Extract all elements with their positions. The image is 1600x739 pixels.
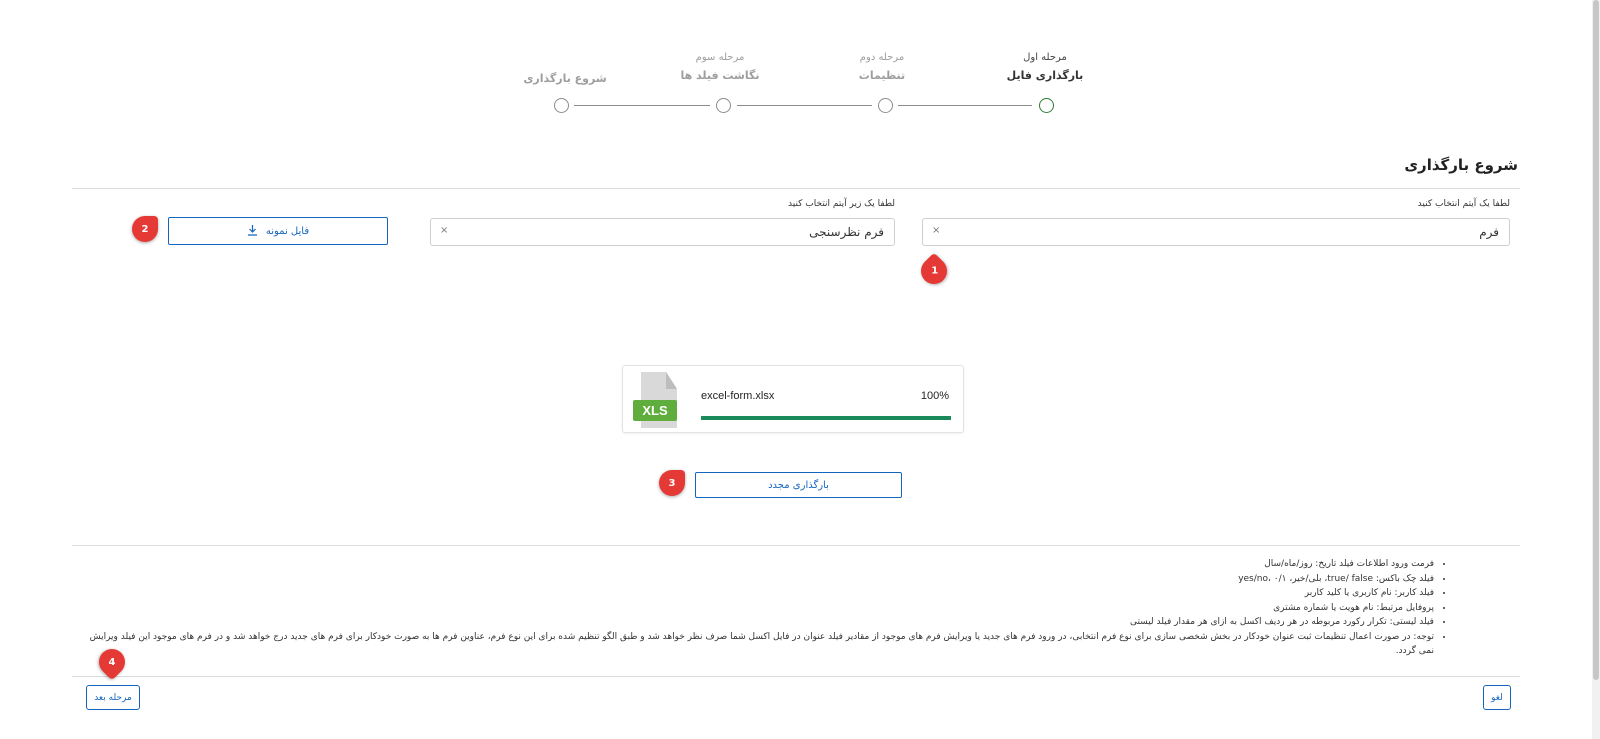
step-main-label: تنظیمات: [858, 69, 906, 82]
step-settings[interactable]: مرحله دوم تنظیمات: [792, 52, 972, 82]
note-item: فرمت ورود اطلاعات فیلد تاریخ: روز/ماه/سا…: [80, 557, 1434, 572]
step-sub-label: [475, 52, 655, 66]
item-select-value: فرم: [1479, 225, 1499, 239]
step-connector: [737, 105, 872, 106]
callout-badge-1: 1: [915, 252, 953, 290]
note-item: فیلد کاربر: نام کاربری یا کلید کاربر: [80, 586, 1434, 601]
step-sub-label: مرحله دوم: [859, 52, 905, 63]
reupload-button[interactable]: بارگذاری مجدد: [695, 472, 902, 498]
section-title: شروع بارگذاری: [1404, 156, 1518, 174]
sample-file-button[interactable]: فایل نمونه: [168, 217, 388, 245]
step-main-label: نگاشت فیلد ها: [680, 69, 760, 82]
note-item: توجه: در صورت اعمال تنظیمات ثبت عنوان خو…: [80, 630, 1434, 659]
scrollbar-thumb[interactable]: [1593, 0, 1599, 680]
subitem-select-value: فرم نظرسنجی: [809, 225, 884, 239]
step-circle-3[interactable]: [716, 98, 731, 113]
badge-number: 4: [108, 656, 116, 668]
item-select[interactable]: فرم ×: [922, 218, 1510, 246]
upload-progress-bar: [701, 416, 951, 420]
upload-percent: 100%: [920, 390, 949, 402]
next-step-button[interactable]: مرحله بعد: [86, 685, 140, 710]
note-item: پروفایل مرتبط: نام هویت یا شماره مشتری: [80, 601, 1434, 616]
callout-badge-3: 3: [659, 470, 685, 496]
clear-icon[interactable]: ×: [440, 225, 448, 236]
reupload-label: بارگذاری مجدد: [768, 479, 829, 491]
step-circle-2[interactable]: [878, 98, 893, 113]
step-circle-1[interactable]: [1039, 98, 1054, 113]
step-start-upload[interactable]: شروع بارگذاری: [475, 52, 655, 85]
note-item: فیلد لیستی: تکرار رکورد مربوطه در هر ردی…: [80, 615, 1434, 630]
item-select-label: لطفا یک آیتم انتخاب کنید: [1417, 199, 1510, 209]
cancel-button[interactable]: لغو: [1483, 685, 1511, 710]
subitem-select-label: لطفا یک زیر آیتم انتخاب کنید: [788, 199, 895, 209]
notes-list: فرمت ورود اطلاعات فیلد تاریخ: روز/ماه/سا…: [80, 557, 1450, 659]
step-circle-4[interactable]: [554, 98, 569, 113]
download-icon: [247, 224, 258, 239]
vertical-scrollbar[interactable]: [1592, 0, 1600, 739]
section-divider: [72, 188, 1520, 189]
sample-file-label: فایل نمونه: [265, 225, 310, 237]
step-main-label: بارگذاری فایل: [1006, 69, 1084, 82]
uploaded-file-card: XLS excel-form.xlsx 100%: [622, 365, 964, 433]
step-connector: [898, 105, 1032, 106]
badge-number: 1: [930, 265, 938, 277]
xls-file-icon: XLS: [633, 372, 677, 428]
subitem-select[interactable]: فرم نظرسنجی ×: [430, 218, 895, 246]
notes-divider: [72, 545, 1520, 546]
footer-divider: [72, 676, 1520, 677]
note-item: فیلد چک باکس: true/ false، بلی/خیر، ۰/۱ …: [80, 572, 1434, 587]
callout-badge-2: 2: [132, 216, 158, 242]
step-main-label: شروع بارگذاری: [523, 72, 607, 85]
step-sub-label: مرحله اول: [1023, 52, 1067, 63]
step-connector: [574, 105, 710, 106]
step-sub-label: مرحله سوم: [695, 52, 745, 63]
step-upload-file[interactable]: مرحله اول بارگذاری فایل: [955, 52, 1135, 82]
file-name: excel-form.xlsx: [701, 390, 775, 402]
clear-icon[interactable]: ×: [932, 225, 940, 236]
step-field-mapping[interactable]: مرحله سوم نگاشت فیلد ها: [630, 52, 810, 82]
